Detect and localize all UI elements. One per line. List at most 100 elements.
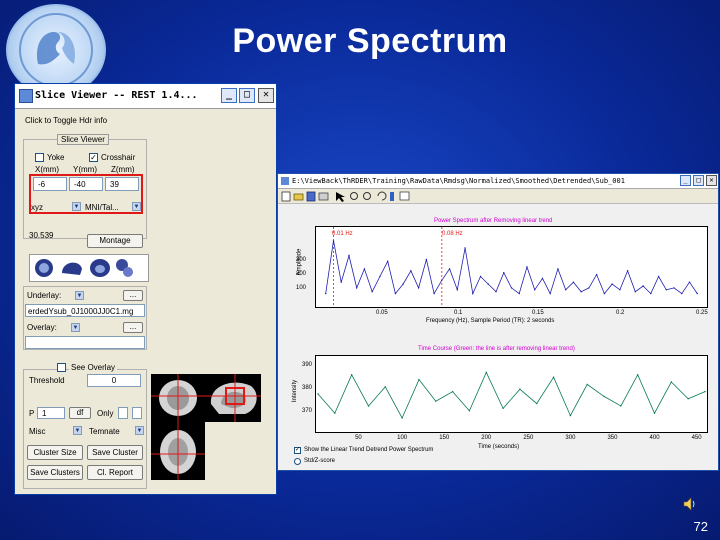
xtick: 100 bbox=[397, 435, 408, 441]
data-point bbox=[433, 292, 435, 295]
ytick: 390 bbox=[302, 362, 313, 368]
yoke-checkbox[interactable] bbox=[35, 153, 44, 162]
close-button[interactable]: ✕ bbox=[258, 88, 274, 103]
data-point bbox=[348, 254, 350, 257]
data-point bbox=[363, 268, 366, 270]
axial-slice-image[interactable] bbox=[151, 422, 205, 480]
coronal-slice-image[interactable] bbox=[205, 374, 261, 422]
maximize-button[interactable]: □ bbox=[239, 88, 255, 103]
data-point bbox=[626, 270, 629, 272]
data-point bbox=[435, 400, 437, 402]
chevron-down-icon[interactable]: ▼ bbox=[132, 202, 141, 211]
overlay-browse-button[interactable]: ... bbox=[123, 322, 143, 333]
data-point bbox=[510, 287, 513, 289]
series-line bbox=[317, 371, 706, 419]
template-dropdown[interactable]: Temnate bbox=[89, 427, 120, 436]
xtick: 450 bbox=[691, 435, 702, 441]
cluster-size-button[interactable]: Cluster Size bbox=[27, 445, 83, 460]
cluster-report-button[interactable]: Cl. Report bbox=[87, 465, 143, 480]
chevron-down-icon[interactable]: ▼ bbox=[135, 426, 144, 435]
crosshair-checkbox[interactable]: ✓ bbox=[89, 153, 98, 162]
xtick: 200 bbox=[481, 435, 492, 441]
new-file-icon bbox=[281, 191, 291, 202]
brain-coronal-icon bbox=[90, 259, 110, 277]
p-value-input[interactable]: 1 bbox=[37, 407, 65, 419]
ytick: 370 bbox=[302, 408, 313, 414]
only-input[interactable] bbox=[118, 407, 128, 419]
data-point bbox=[704, 390, 706, 393]
threshold-input[interactable]: 0 bbox=[87, 374, 141, 387]
slide-title: Power Spectrum bbox=[232, 22, 508, 60]
data-point bbox=[410, 270, 412, 272]
chevron-down-icon[interactable]: ▼ bbox=[73, 426, 82, 435]
save-cluster-button[interactable]: Save Cluster bbox=[87, 445, 143, 460]
only-input-2[interactable] bbox=[132, 407, 142, 419]
zscore-label: Std/Z-score bbox=[304, 458, 336, 464]
chevron-down-icon[interactable]: ▼ bbox=[75, 291, 84, 300]
slice-viewer-titlebar[interactable]: Slice Viewer -- REST 1.4... _ □ ✕ bbox=[15, 84, 276, 109]
threshold-label: Threshold bbox=[29, 376, 65, 385]
data-point bbox=[402, 283, 404, 285]
cursor-label-low: 0.01 Hz bbox=[332, 231, 353, 237]
zoom-in-icon bbox=[350, 192, 358, 200]
data-point bbox=[495, 291, 497, 293]
chevron-down-icon[interactable]: ▼ bbox=[72, 202, 81, 211]
underlay-path-field[interactable]: erdedYsub_0J1000JJ0C1.mg bbox=[25, 304, 145, 317]
minimize-button[interactable]: _ bbox=[221, 88, 237, 103]
cursor-label-high: 0.08 Hz bbox=[442, 231, 463, 237]
z-header: Z(mm) bbox=[111, 165, 135, 174]
data-point bbox=[696, 292, 698, 295]
data-point bbox=[502, 407, 504, 410]
maximize-button[interactable]: □ bbox=[693, 175, 704, 186]
timecourse-plot[interactable] bbox=[315, 355, 708, 433]
spectrum-plot[interactable]: 0.01 Hz 0.08 Hz bbox=[315, 226, 708, 308]
open-folder-icon bbox=[293, 193, 304, 201]
data-point bbox=[687, 398, 689, 400]
close-button[interactable]: ✕ bbox=[706, 175, 717, 186]
data-point bbox=[564, 289, 567, 291]
see-overlay-checkbox[interactable] bbox=[57, 363, 66, 372]
data-point bbox=[464, 247, 466, 249]
data-point bbox=[665, 289, 667, 291]
data-point bbox=[468, 410, 471, 412]
xyz-select[interactable]: xyz bbox=[31, 203, 43, 212]
power-window-titlebar[interactable]: E:\ViewBack\ThRDER\Training\RawData\Rmds… bbox=[278, 174, 718, 189]
show-detrend-label: Show the Linear Trend Detrend Power Spec… bbox=[304, 447, 434, 453]
timecourse-title: Time Course (Green: the line is after re… bbox=[418, 346, 575, 352]
data-point bbox=[580, 291, 582, 293]
underlay-label: Underlay: bbox=[27, 291, 62, 300]
data-point bbox=[519, 388, 521, 390]
data-point bbox=[572, 281, 575, 283]
minimize-button[interactable]: _ bbox=[680, 175, 691, 186]
chevron-down-icon[interactable]: ▼ bbox=[71, 323, 80, 332]
scale-value: 30.539 bbox=[29, 231, 54, 240]
df-button[interactable]: df bbox=[69, 407, 91, 419]
brain-sagittal-icon bbox=[62, 262, 82, 275]
data-point bbox=[472, 292, 474, 295]
x-header: X(mm) bbox=[35, 165, 59, 174]
spectrum-xlabel: Frequency (Hz), Sample Period (TR): 2 se… bbox=[426, 318, 555, 324]
ytick: 380 bbox=[302, 385, 313, 391]
xtick: 0.2 bbox=[616, 310, 625, 316]
montage-button[interactable]: Montage bbox=[87, 234, 143, 248]
data-point bbox=[325, 292, 327, 295]
overlay-path-field[interactable] bbox=[25, 336, 145, 349]
underlay-browse-button[interactable]: ... bbox=[123, 290, 143, 301]
save-clusters-button[interactable]: Save Clusters bbox=[27, 465, 83, 480]
header-info-toggle[interactable]: Click to Toggle Hdr info bbox=[25, 116, 107, 125]
sagittal-slice-image[interactable] bbox=[151, 374, 205, 422]
data-point bbox=[518, 292, 520, 295]
zscore-radio[interactable] bbox=[294, 458, 301, 465]
show-detrend-checkbox[interactable]: ✓ bbox=[294, 447, 301, 454]
data-point bbox=[526, 266, 528, 268]
template-select[interactable]: MNI/Tal... bbox=[85, 203, 119, 212]
data-point bbox=[503, 272, 505, 274]
slide-number: 72 bbox=[693, 519, 708, 534]
data-point bbox=[425, 258, 428, 261]
speaker-icon[interactable] bbox=[682, 496, 698, 512]
timecourse-ylabel: Intensity bbox=[292, 379, 299, 403]
window-title: Slice Viewer -- REST 1.4... bbox=[35, 90, 198, 101]
timecourse-xlabel: Time (seconds) bbox=[478, 444, 520, 450]
power-window-path: E:\ViewBack\ThRDER\Training\RawData\Rmds… bbox=[292, 177, 625, 185]
misc-select[interactable]: Misc bbox=[29, 427, 45, 436]
